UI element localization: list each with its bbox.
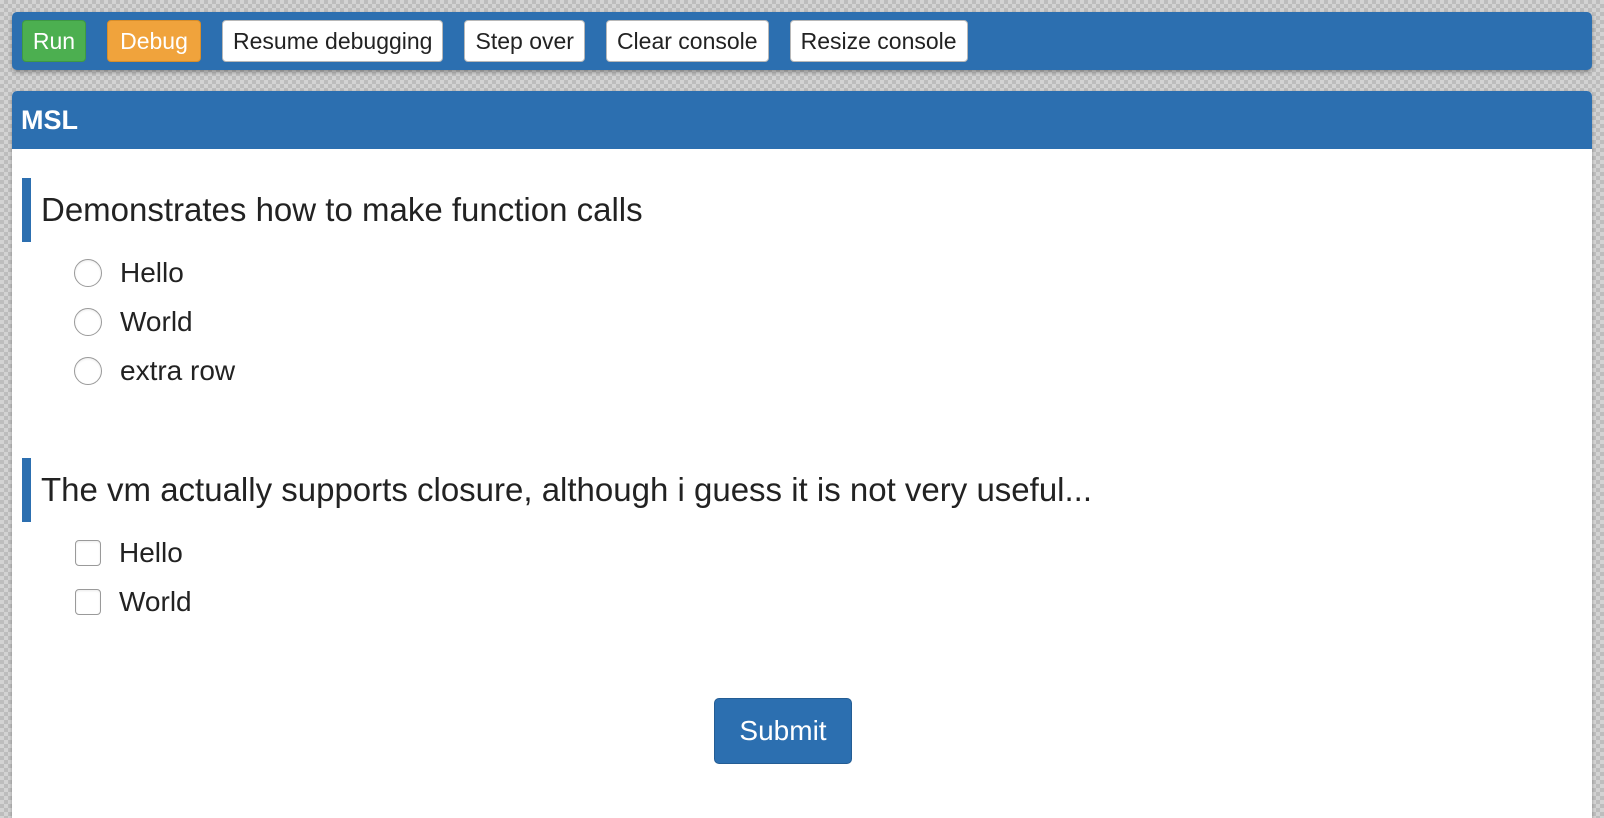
resume-debugging-button[interactable]: Resume debugging (222, 20, 444, 62)
option-label: World (120, 305, 193, 337)
option-label: World (119, 585, 192, 617)
question-title: Demonstrates how to make function calls (22, 178, 643, 242)
checkbox-option-hello[interactable]: Hello (74, 528, 1092, 577)
debug-button[interactable]: Debug (107, 20, 201, 62)
question-2: The vm actually supports closure, althou… (22, 458, 1092, 626)
resize-console-button[interactable]: Resize console (789, 20, 968, 62)
question-title: The vm actually supports closure, althou… (22, 458, 1092, 522)
radio-button[interactable] (74, 307, 102, 336)
toolbar: Run Debug Resume debugging Step over Cle… (12, 12, 1592, 70)
run-button[interactable]: Run (22, 20, 86, 62)
step-over-button[interactable]: Step over (464, 20, 585, 62)
option-label: Hello (120, 256, 184, 288)
radio-option-hello[interactable]: Hello (74, 248, 643, 297)
radio-option-extra-row[interactable]: extra row (74, 346, 643, 395)
option-label: extra row (120, 354, 236, 386)
radio-button[interactable] (74, 356, 102, 385)
clear-console-button[interactable]: Clear console (605, 20, 769, 62)
radio-option-world[interactable]: World (74, 297, 643, 346)
checkbox[interactable] (75, 539, 101, 566)
submit-button[interactable]: Submit (714, 698, 852, 764)
quiz-panel: MSL Demonstrates how to make function ca… (12, 91, 1592, 818)
option-label: Hello (119, 536, 183, 568)
radio-button[interactable] (74, 258, 102, 287)
checkbox-option-world[interactable]: World (74, 577, 1092, 626)
question-1: Demonstrates how to make function calls … (22, 178, 643, 395)
panel-title: MSL (12, 91, 1592, 149)
checkbox[interactable] (75, 588, 101, 615)
